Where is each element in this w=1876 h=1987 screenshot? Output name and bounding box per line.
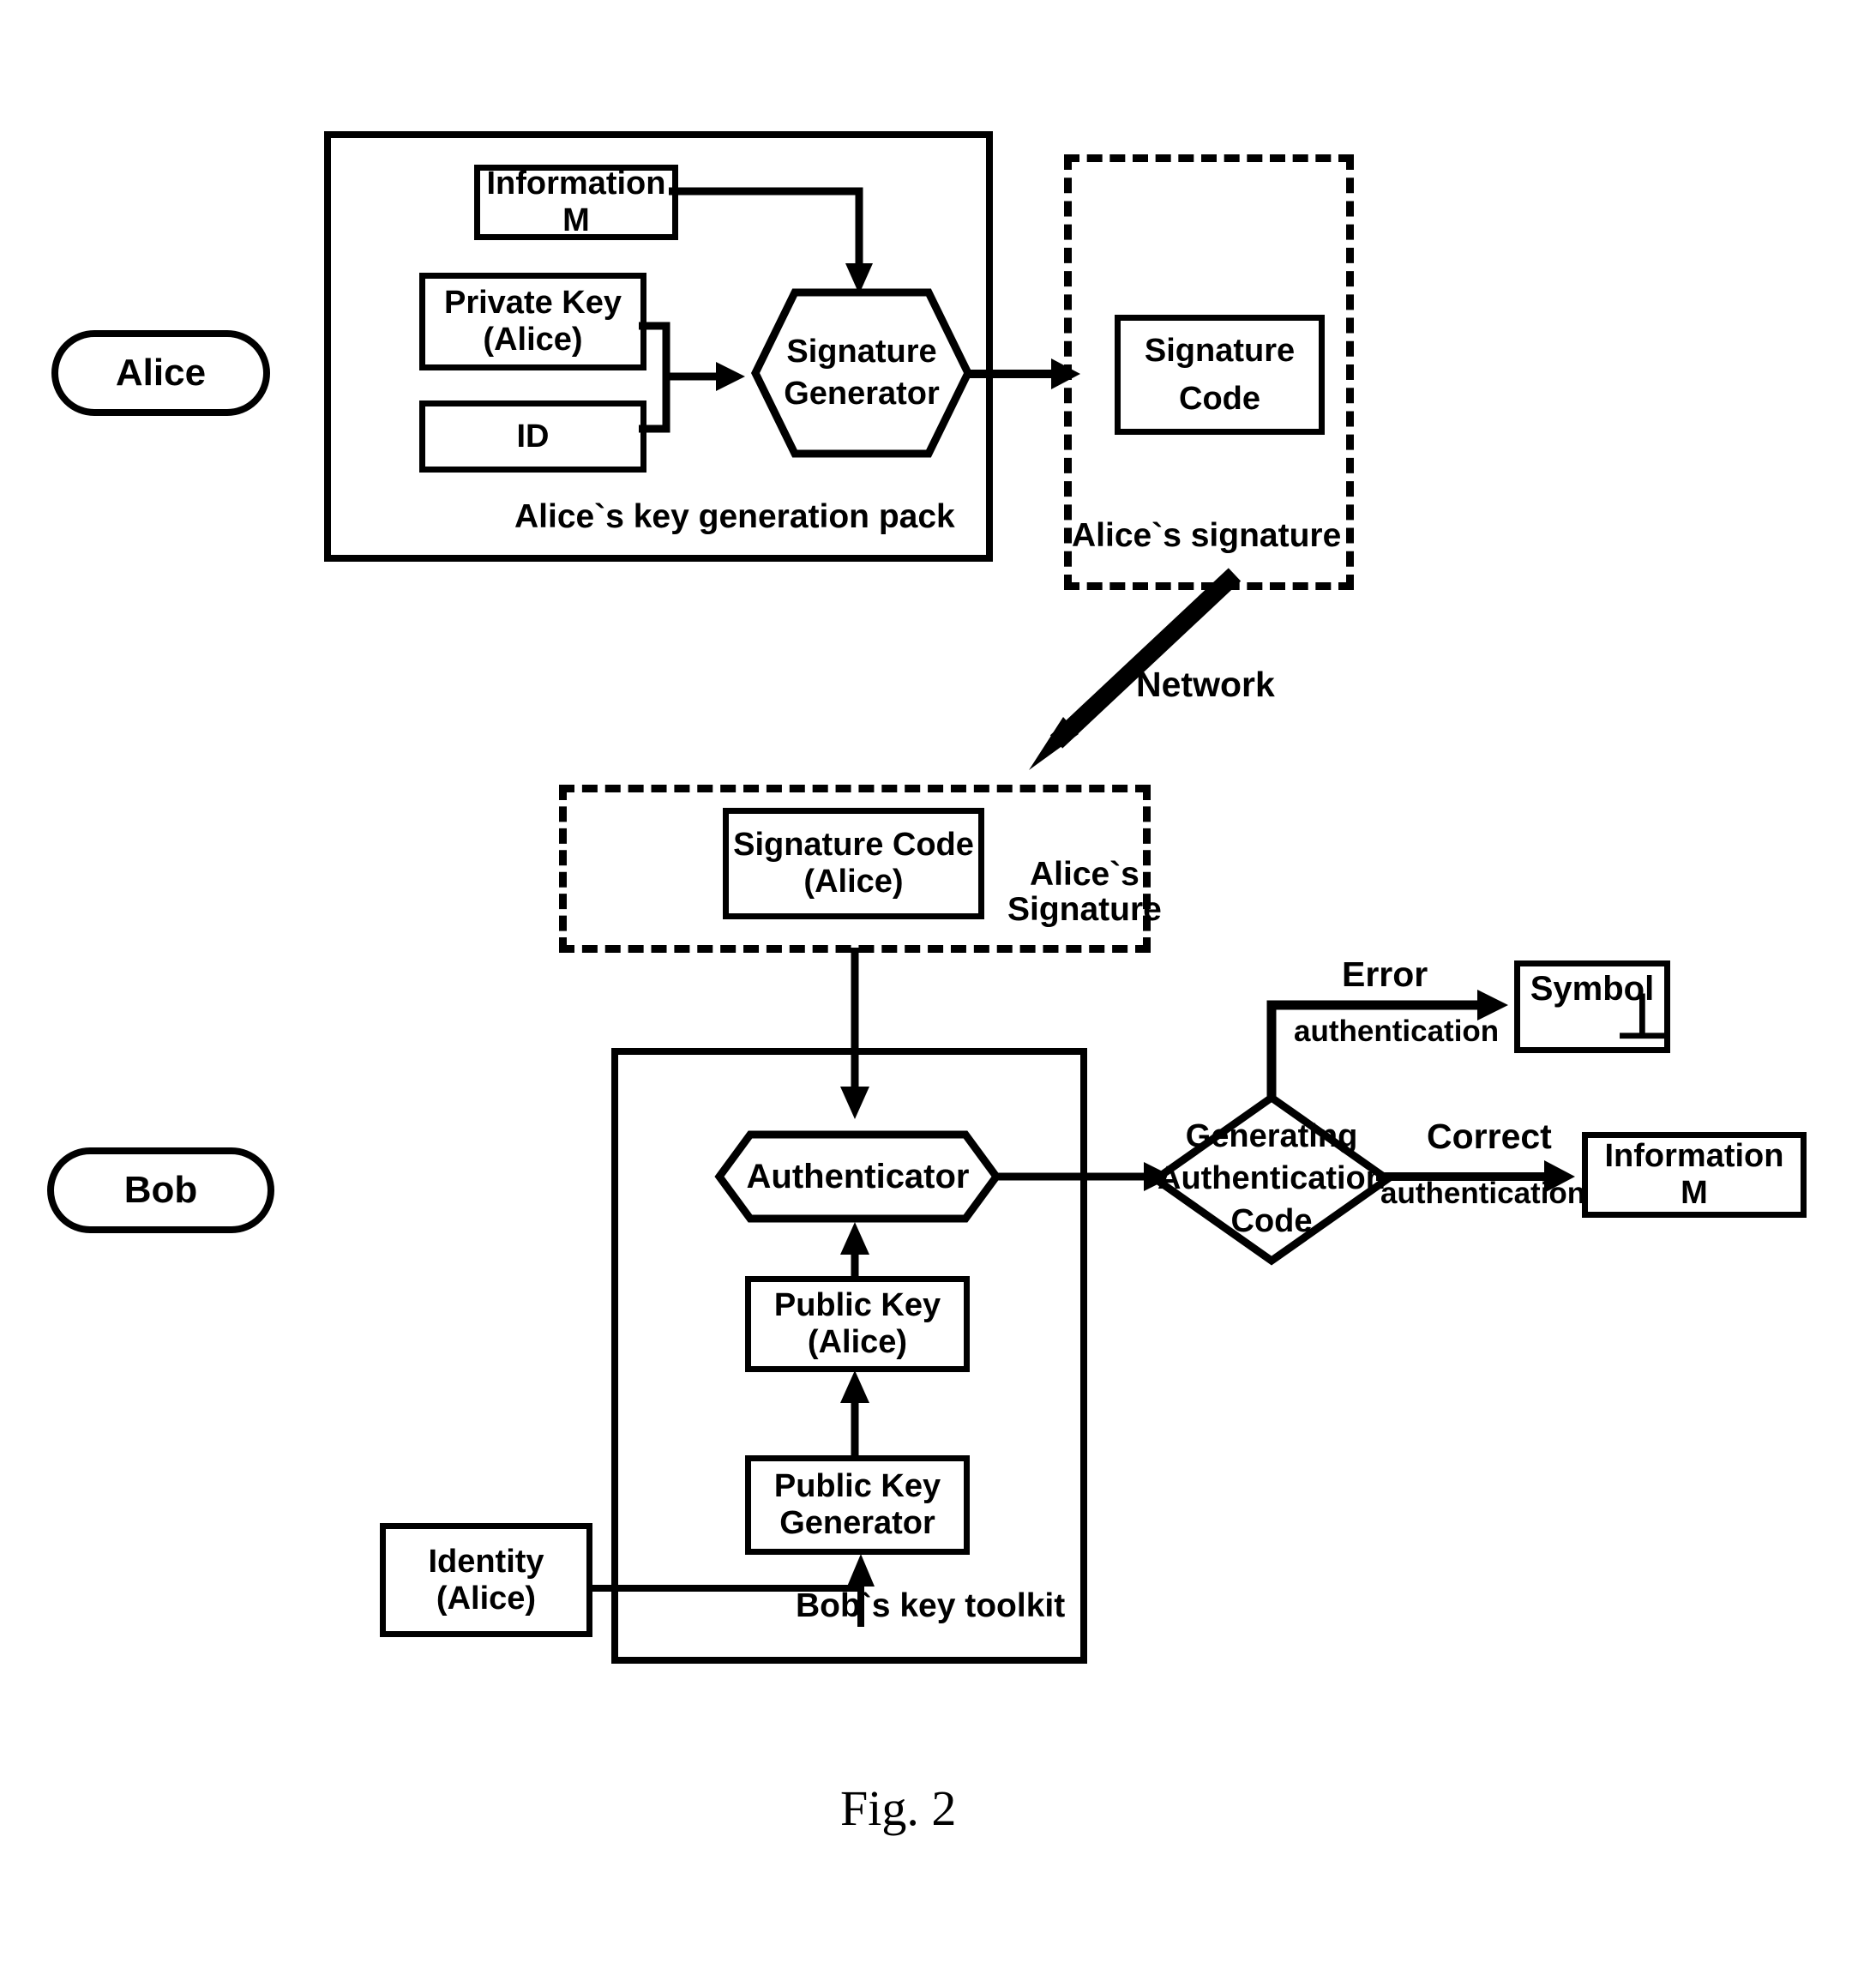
group-alice-key-generation-pack-label: Alice`s key generation pack (514, 498, 955, 535)
node-id-alice: ID (419, 400, 646, 473)
identity-line2: (Alice) (436, 1580, 537, 1617)
node-signature-generator: Signature Generator (750, 287, 973, 459)
information-m-line1: Information (486, 166, 666, 202)
public-key-generator-line1: Public Key (773, 1468, 941, 1505)
actor-alice: Alice (51, 330, 270, 416)
connector-decision-error-branch (1248, 990, 1530, 1105)
private-key-line1: Private Key (443, 285, 622, 322)
public-key-line1: Public Key (773, 1287, 941, 1324)
figure-caption: Fig. 2 (840, 1780, 957, 1836)
connector-identity-to-generator (588, 1554, 888, 1657)
node-signature-code-transit: Signature Code (Alice) (723, 808, 984, 919)
actor-bob-label: Bob (123, 1169, 198, 1211)
connector-information-to-generator (669, 184, 883, 296)
id-label: ID (516, 418, 550, 455)
authenticator-label: Authenticator (746, 1158, 970, 1195)
decision-line2: Authentication (1157, 1160, 1386, 1197)
signature-generator-line2: Generator (784, 376, 940, 412)
correct-branch-label-line2: authentication (1380, 1177, 1586, 1210)
group-alice-signature-top-label: Alice`s signature (1072, 517, 1342, 554)
information-m-output-line1: Information (1604, 1138, 1784, 1175)
signature-code-line1: Signature (1144, 332, 1296, 369)
public-key-generator-line2: Generator (779, 1505, 935, 1541)
public-key-line2: (Alice) (807, 1324, 908, 1360)
transit-group-label-line2: Signature (1007, 890, 1162, 928)
node-authenticator: Authenticator (714, 1129, 1001, 1224)
signature-generator-line1: Signature (786, 333, 937, 370)
error-branch-label-line1: Error (1342, 954, 1428, 994)
error-branch-label-line2: authentication (1294, 1015, 1500, 1048)
node-information-m-output: Information M (1582, 1132, 1807, 1218)
information-m-line2: M (562, 202, 590, 238)
transit-signature-code-line2: (Alice) (803, 864, 904, 900)
node-signature-code-alice: Signature Code (1115, 315, 1325, 435)
actor-alice-label: Alice (115, 352, 207, 394)
correct-branch-label-line1: Correct (1427, 1117, 1552, 1156)
node-public-key-generator: Public Key Generator (745, 1455, 970, 1555)
information-m-output-line2: M (1681, 1175, 1708, 1211)
node-public-key-alice: Public Key (Alice) (745, 1276, 970, 1372)
decision-line1: Generating (1185, 1117, 1358, 1154)
figure-canvas: Alice Alice`s key generation pack Inform… (0, 0, 1876, 1987)
connector-generator-to-publickey (836, 1370, 887, 1465)
decision-line3: Code (1230, 1202, 1313, 1239)
signature-code-line2: Code (1179, 380, 1260, 417)
identity-line1: Identity (428, 1543, 544, 1580)
bottom-symbol-glyph: ⊥ (1615, 983, 1669, 1051)
connector-keys-to-generator (639, 317, 767, 437)
actor-bob: Bob (47, 1147, 274, 1233)
node-information-m-alice: Information M (474, 165, 678, 240)
transit-group-label-line1: Alice`s (1029, 856, 1139, 893)
private-key-line2: (Alice) (483, 322, 583, 358)
node-private-key-alice: Private Key (Alice) (419, 273, 646, 370)
network-label: Network (1136, 665, 1275, 704)
node-identity-alice: Identity (Alice) (380, 1523, 592, 1637)
node-generating-authentication-code-decision: Generating Authentication Code (1149, 1093, 1394, 1266)
group-alice-signature-transit-label: Alice`s Signature (1007, 856, 1162, 928)
transit-signature-code-line1: Signature Code (733, 827, 974, 864)
